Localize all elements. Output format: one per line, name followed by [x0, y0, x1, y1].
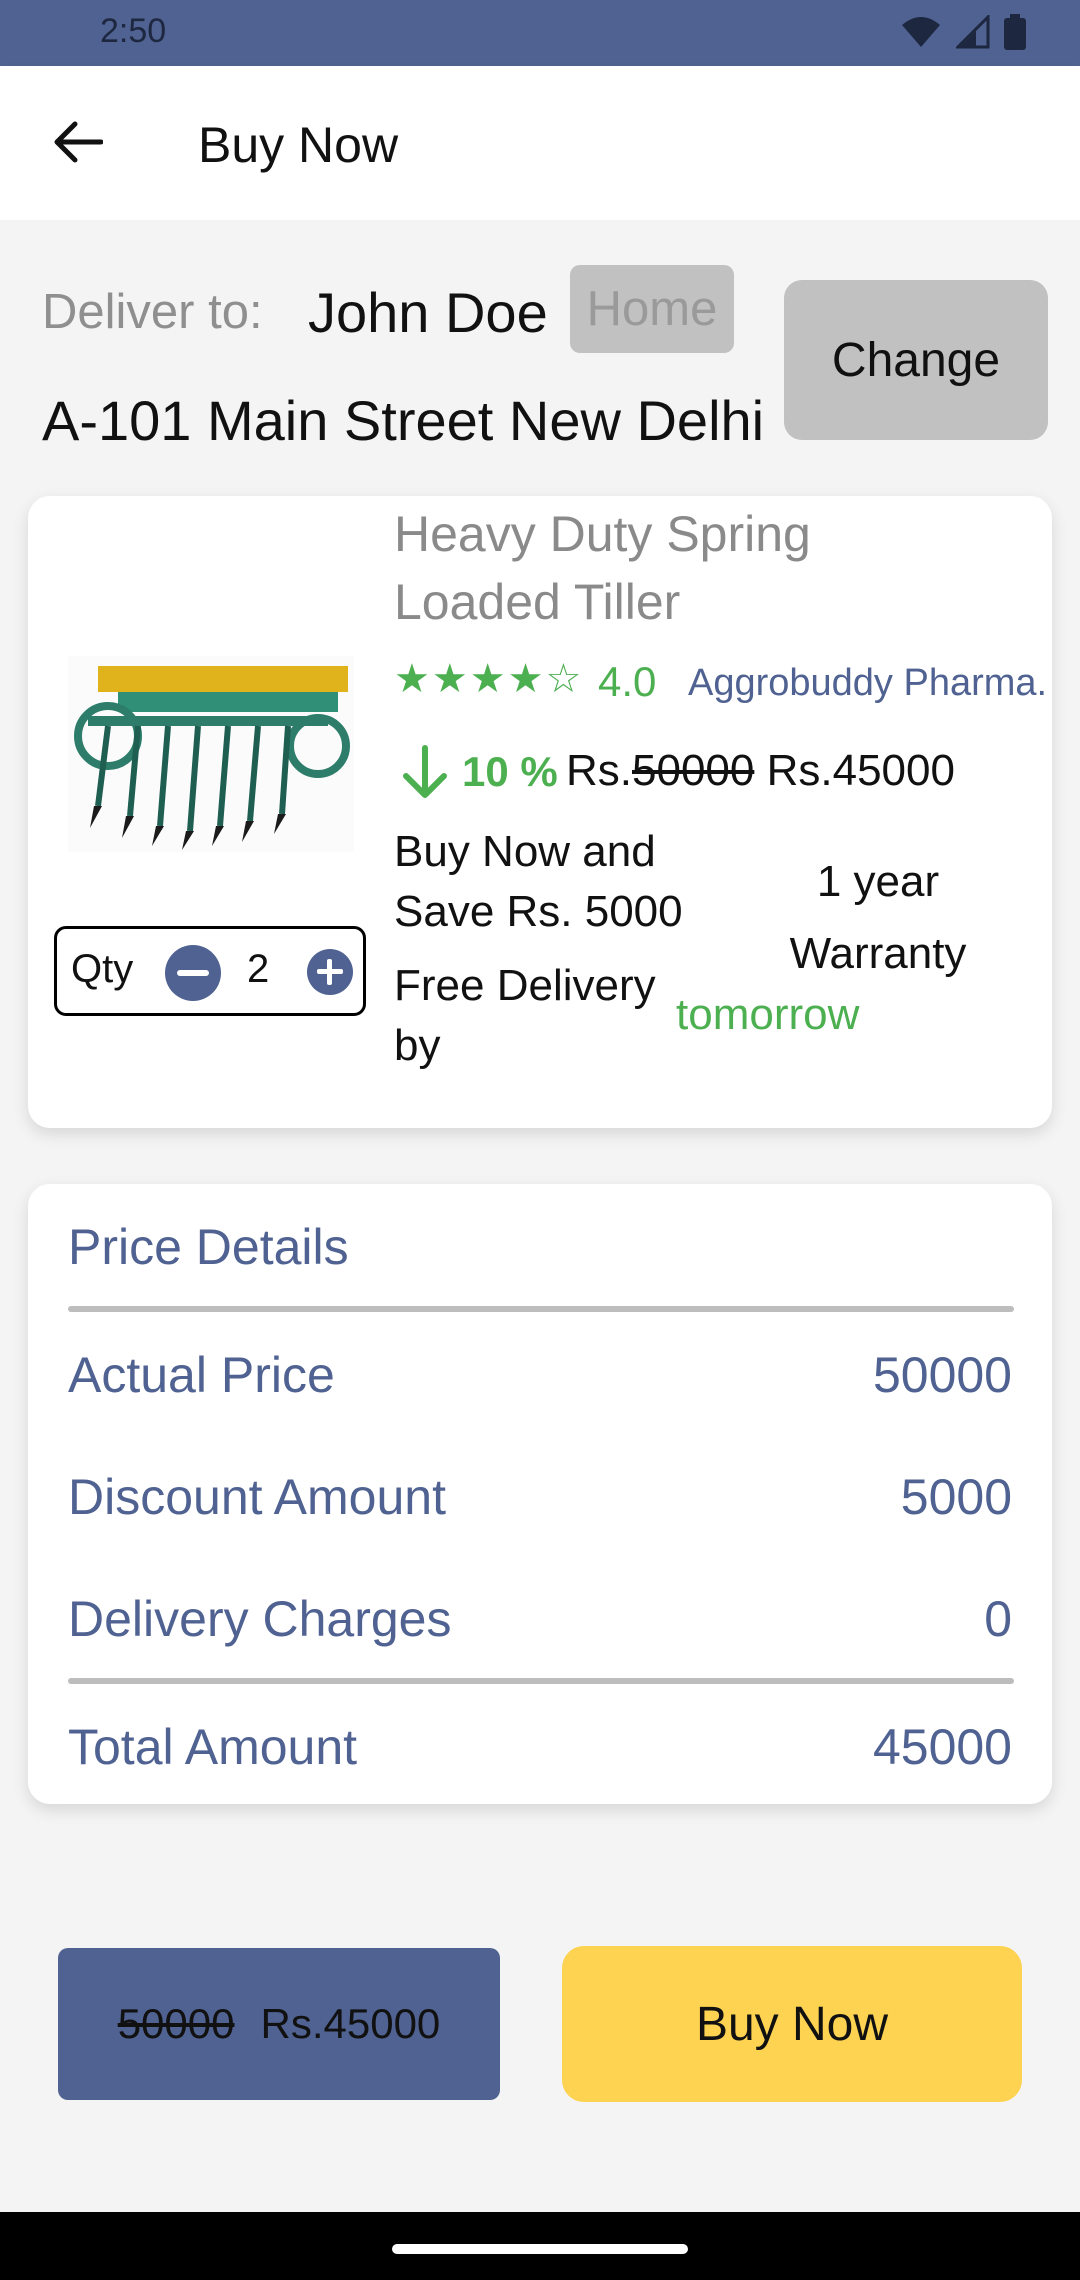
- total-amount-value: 45000: [872, 1719, 1012, 1775]
- delivery-day: tomorrow: [676, 990, 860, 1039]
- product-image: [68, 656, 354, 852]
- price-prefix: Rs.: [566, 746, 632, 795]
- price-details-title: Price Details: [68, 1219, 349, 1275]
- tiller-illustration: [74, 666, 350, 850]
- qty-label: Qty: [71, 947, 134, 991]
- product-card: Qty 2 Heavy Duty Spring Loaded Tiller ★★…: [28, 496, 1052, 1128]
- status-time: 2:50: [100, 12, 167, 50]
- offer-text: Buy Now and Save Rs. 5000: [394, 827, 683, 936]
- arrow-back-icon: [54, 121, 103, 163]
- warranty-text: 1 year Warranty: [789, 857, 967, 978]
- deliver-to-label: Deliver to:: [42, 285, 263, 339]
- free-delivery-text: Free Delivery by: [394, 961, 656, 1070]
- total-price-button[interactable]: 50000 Rs.45000: [58, 1948, 500, 2100]
- discount-amount-label: Discount Amount: [68, 1469, 446, 1525]
- seller-name[interactable]: Aggrobuddy Pharma.: [688, 662, 1047, 705]
- status-icons: [900, 14, 1026, 50]
- back-button[interactable]: [46, 110, 110, 174]
- quantity-value: 2: [247, 947, 270, 991]
- delivery-charges-label: Delivery Charges: [68, 1591, 452, 1647]
- decrease-quantity-button[interactable]: [165, 945, 221, 1001]
- wifi-icon: [902, 17, 940, 47]
- actual-price-value: 50000: [872, 1347, 1012, 1403]
- address-type-badge: Home: [570, 265, 734, 353]
- page-title: Buy Now: [198, 117, 399, 173]
- final-price: Rs.45000: [766, 746, 955, 795]
- actual-price-label: Actual Price: [68, 1347, 335, 1403]
- product-name: Heavy Duty Spring Loaded Tiller: [394, 506, 811, 630]
- status-bar: 2:50: [0, 0, 1080, 66]
- quantity-stepper: Qty 2: [54, 926, 366, 1016]
- delivery-charges-value: 0: [984, 1591, 1012, 1647]
- buy-now-button[interactable]: Buy Now: [562, 1946, 1022, 2102]
- bottom-original-price: 50000: [117, 2000, 235, 2047]
- recipient-name: John Doe: [308, 281, 548, 344]
- discount-percent: 10 %: [462, 748, 558, 795]
- change-address-button[interactable]: Change: [784, 280, 1048, 440]
- home-indicator[interactable]: [392, 2244, 688, 2254]
- arrow-down-icon: [403, 745, 447, 798]
- divider: [68, 1306, 1014, 1312]
- system-nav-bar: [0, 2212, 1080, 2280]
- signal-icon: [956, 15, 990, 49]
- delivery-address: A-101 Main Street New Delhi: [42, 389, 765, 452]
- app-bar: Buy Now: [0, 66, 1080, 220]
- increase-quantity-button[interactable]: [307, 949, 353, 995]
- battery-icon: [1004, 14, 1026, 50]
- rating-stars-icon: ★★★★☆: [394, 657, 584, 701]
- bottom-final-price: Rs.45000: [260, 2000, 441, 2047]
- rating-value: 4.0: [598, 658, 657, 705]
- price-details-card: Price Details Actual Price 50000 Discoun…: [28, 1184, 1052, 1804]
- total-amount-label: Total Amount: [68, 1719, 358, 1775]
- original-price: 50000: [632, 746, 755, 795]
- divider: [68, 1678, 1014, 1684]
- discount-amount-value: 5000: [900, 1469, 1012, 1525]
- price-line: Rs.50000 Rs.45000: [566, 746, 955, 796]
